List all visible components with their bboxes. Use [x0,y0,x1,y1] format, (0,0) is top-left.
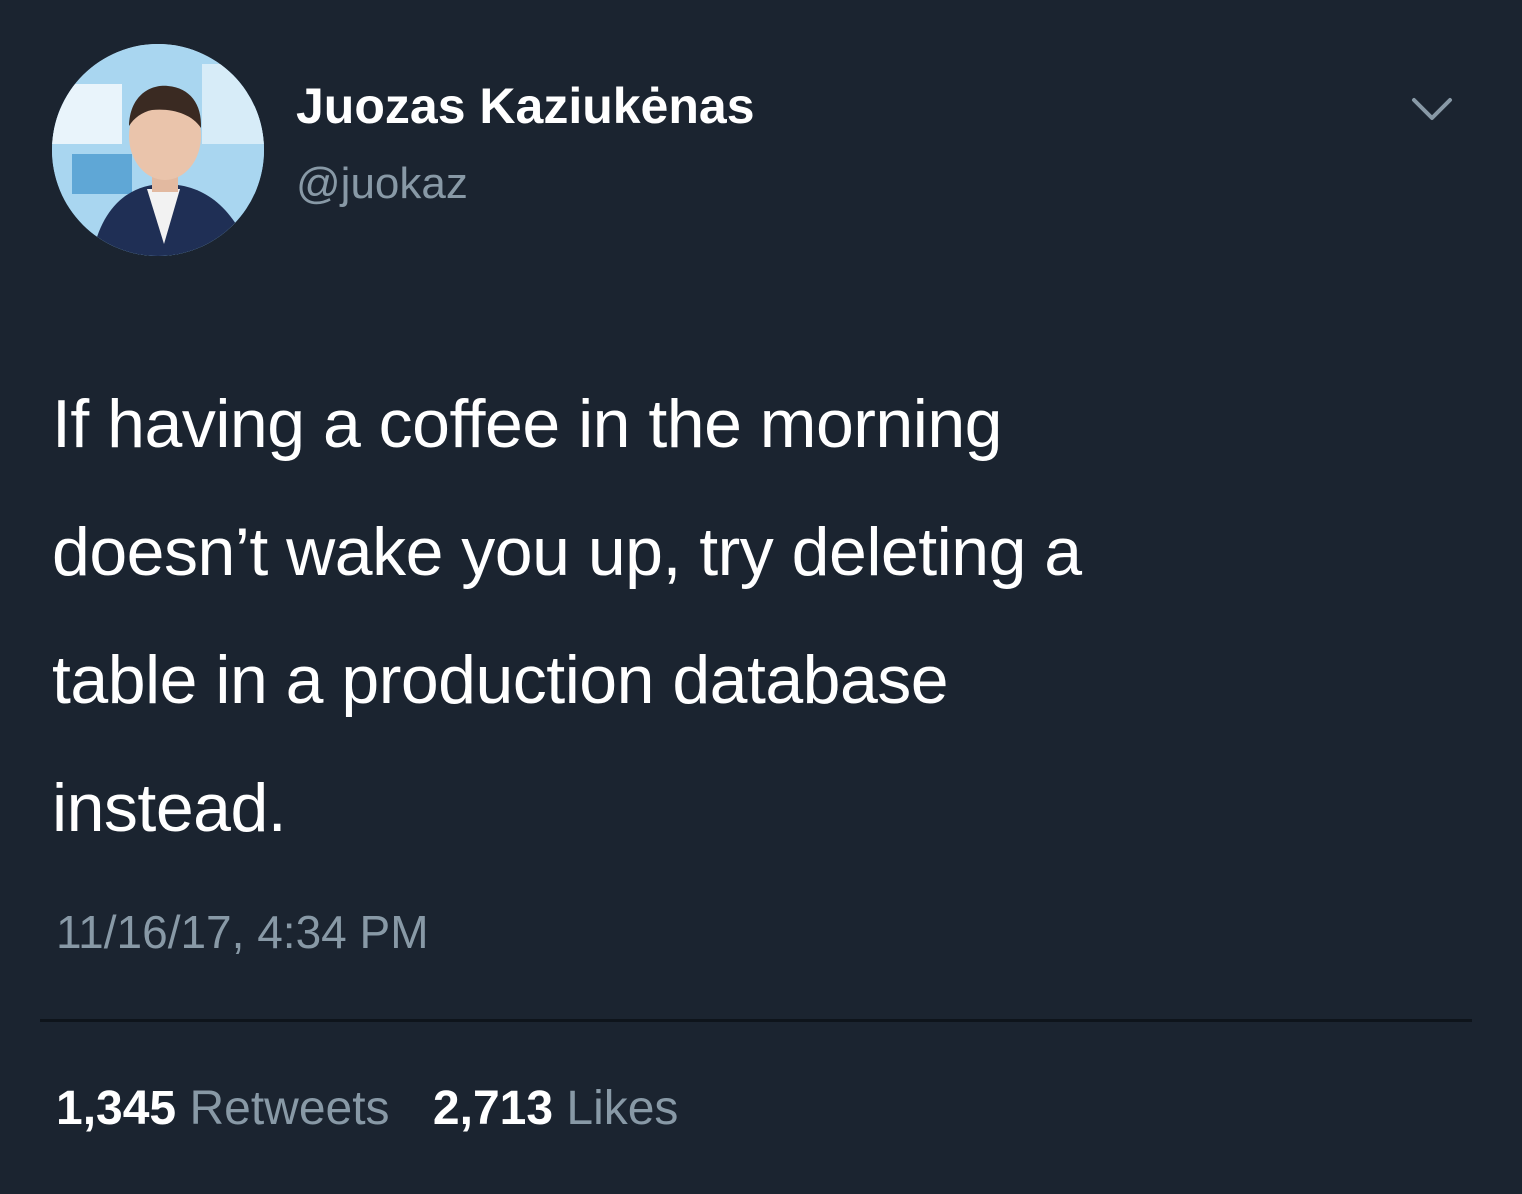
retweets-label: Retweets [189,1082,390,1135]
tweet-text-line: If having a coffee in the morning [52,386,1002,462]
tweet-text-line: table in a production database [52,642,949,718]
author-handle[interactable]: @juokaz [296,158,468,211]
author-display-name[interactable]: Juozas Kaziukėnas [296,76,755,136]
retweets-count: 1,345 [56,1082,177,1135]
tweet-text: If having a coffee in the morning doesn’… [52,360,1472,872]
retweets-stat[interactable]: 1,345 Retweets [56,1082,390,1135]
likes-label: Likes [566,1082,679,1135]
likes-stat[interactable]: 2,713 Likes [433,1082,679,1135]
divider [40,1019,1472,1022]
avatar[interactable] [52,44,264,256]
avatar-image [52,44,264,256]
tweet-text-line: doesn’t wake you up, try deleting a [52,514,1082,590]
likes-count: 2,713 [432,1082,554,1135]
tweet-stats: 1,345 Retweets 2,713 Likes [56,1080,708,1138]
tweet-text-line: instead. [52,770,287,846]
tweet-card: Juozas Kaziukėnas @juokaz If having a co… [0,0,1522,1194]
tweet-timestamp[interactable]: 11/16/17, 4:34 PM [56,905,429,960]
chevron-down-icon [1412,98,1452,120]
tweet-menu-button[interactable] [1402,86,1462,136]
